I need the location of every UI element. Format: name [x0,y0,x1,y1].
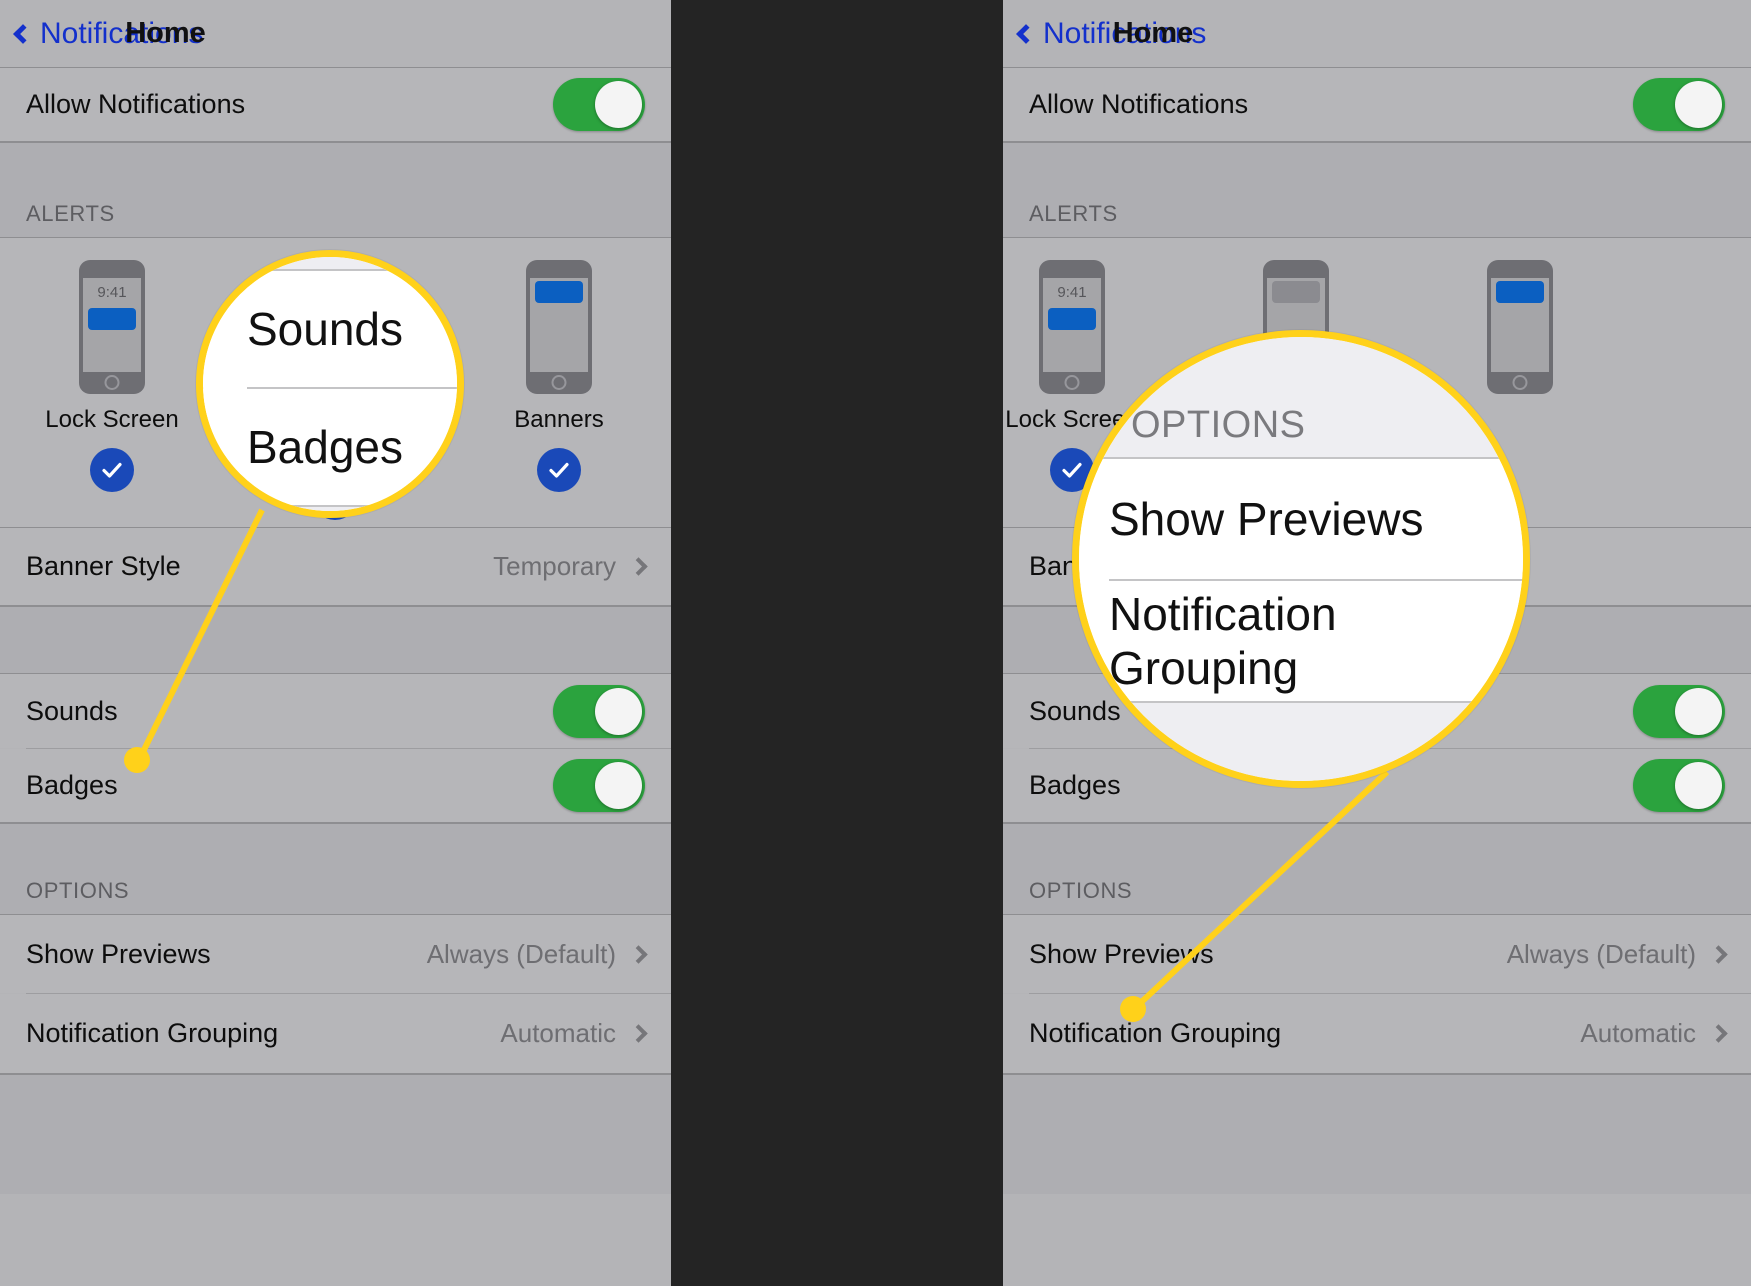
magnifier-sounds-badges: Sounds Badges [196,250,464,518]
toggle-knob [1675,687,1722,735]
phone-home-button-icon [1064,375,1080,390]
magnifier-content: OPTIONS Show Previews Notification Group… [1079,337,1523,781]
chevron-left-icon [13,23,33,44]
chevron-right-icon [629,944,648,964]
row-notification-grouping-right[interactable]: Notification Grouping Automatic [1003,994,1751,1074]
chevron-right-icon [1709,944,1728,964]
phone-mockup-banners-icon [526,260,592,394]
toggle-knob [595,687,642,735]
sounds-toggle[interactable] [1633,684,1725,738]
chevron-right-icon [629,557,648,576]
phone-banner-shape [1272,281,1320,303]
phone-screen-left: Notifications Home Allow Notifications A… [0,0,671,1286]
back-button-left[interactable]: Notifications [13,16,204,51]
magnified-row-sounds[interactable]: Sounds [203,271,457,387]
section-gap-bottom-left [0,1074,671,1194]
magnifier-top-band [203,257,457,269]
nav-bar-right: Notifications Home [1003,0,1751,68]
phone-banner-shape [535,281,583,303]
phone-banner-shape [1048,308,1096,330]
phone-mockup-lock-screen-icon: 9:41 [79,260,145,394]
nav-bar-left: Notifications Home [0,0,671,68]
row-allow-notifications-right[interactable]: Allow Notifications [1003,68,1751,142]
section-header-alerts-left: ALERTS [0,142,671,238]
row-value: Always (Default) [426,938,616,969]
row-sounds-left[interactable]: Sounds [0,674,671,748]
alert-option-checkmark-icon[interactable] [537,448,581,492]
row-label: Notification Grouping [1029,1018,1282,1048]
section-header-options-right: OPTIONS [1003,823,1751,915]
back-button-label: Notifications [40,16,204,50]
magnified-row-label: Sounds [247,303,404,355]
section-header-options-left: OPTIONS [0,823,671,915]
row-show-previews-left[interactable]: Show Previews Always (Default) [0,915,671,993]
row-badges-left[interactable]: Badges [0,749,671,823]
section-header-alerts-right: ALERTS [1003,142,1751,238]
chevron-right-icon [629,1024,648,1043]
allow-notifications-toggle[interactable] [1633,78,1725,131]
magnified-row-label: Show Previews [1109,493,1424,545]
section-gap-left [0,606,671,674]
alert-option-checkmark-icon[interactable] [90,448,134,492]
alert-option-banners-left[interactable]: Banners [484,260,634,492]
toggle-knob [1675,81,1722,128]
magnified-row-label: Badges [247,421,404,473]
row-label: Show Previews [1029,938,1214,969]
section-header-label: ALERTS [1029,201,1118,226]
row-value: Temporary [493,551,616,581]
row-label: Show Previews [26,938,211,969]
phone-banner-shape [1496,281,1544,303]
alert-option-label: Lock Screen [45,406,179,433]
row-value: Automatic [500,1018,616,1048]
allow-notifications-toggle[interactable] [553,78,645,131]
badges-toggle[interactable] [1633,759,1725,812]
toggle-knob [1675,762,1722,809]
section-header-label: OPTIONS [26,878,130,903]
magnified-row-label: Notification Grouping [1109,588,1337,694]
magnifier-content: Sounds Badges [203,257,457,511]
row-notification-grouping-left[interactable]: Notification Grouping Automatic [0,994,671,1074]
row-banner-style-left[interactable]: Banner Style Temporary [0,528,671,606]
phone-time-label: 9:41 [1057,284,1087,301]
magnified-row-show-previews[interactable]: Show Previews [1079,459,1523,579]
row-allow-notifications-left[interactable]: Allow Notifications [0,68,671,142]
section-gap-bottom-right [1003,1074,1751,1194]
phone-home-button-icon [551,375,567,390]
toggle-knob [595,762,642,809]
phone-time-label: 9:41 [97,284,127,301]
sounds-toggle[interactable] [553,684,645,738]
back-button-label: Notifications [1043,16,1207,50]
back-button-right[interactable]: Notifications [1016,16,1207,51]
magnified-row-notification-grouping[interactable]: Notification Grouping [1079,581,1523,701]
chevron-right-icon [1709,1024,1728,1043]
row-label: Sounds [26,695,118,726]
section-header-label: OPTIONS [1029,878,1133,903]
toggle-knob [595,81,642,128]
badges-toggle[interactable] [553,759,645,812]
magnified-section-header-options: OPTIONS [1079,337,1523,457]
section-header-label: ALERTS [26,201,115,226]
row-show-previews-right[interactable]: Show Previews Always (Default) [1003,915,1751,993]
row-value: Always (Default) [1506,938,1696,969]
row-label: Allow Notifications [26,89,246,119]
row-label: Badges [26,770,118,800]
row-label: Banner Style [26,551,181,581]
chevron-left-icon [1016,23,1036,44]
magnifier-options-section: OPTIONS Show Previews Notification Group… [1072,330,1530,788]
screenshot-stage: Notifications Home Allow Notifications A… [0,0,1751,1286]
magnified-row-badges[interactable]: Badges [203,389,457,505]
row-value: Automatic [1580,1018,1696,1048]
magnified-section-header-label: OPTIONS [1131,404,1306,446]
row-label: Allow Notifications [1029,89,1249,119]
phone-home-button-icon [104,375,120,390]
row-label: Notification Grouping [26,1018,279,1048]
alert-option-lock-screen-left[interactable]: 9:41 Lock Screen [37,260,187,492]
magnifier-bottom-band [1079,701,1523,781]
phone-banner-shape [88,308,136,330]
alert-option-label: Banners [514,406,604,433]
